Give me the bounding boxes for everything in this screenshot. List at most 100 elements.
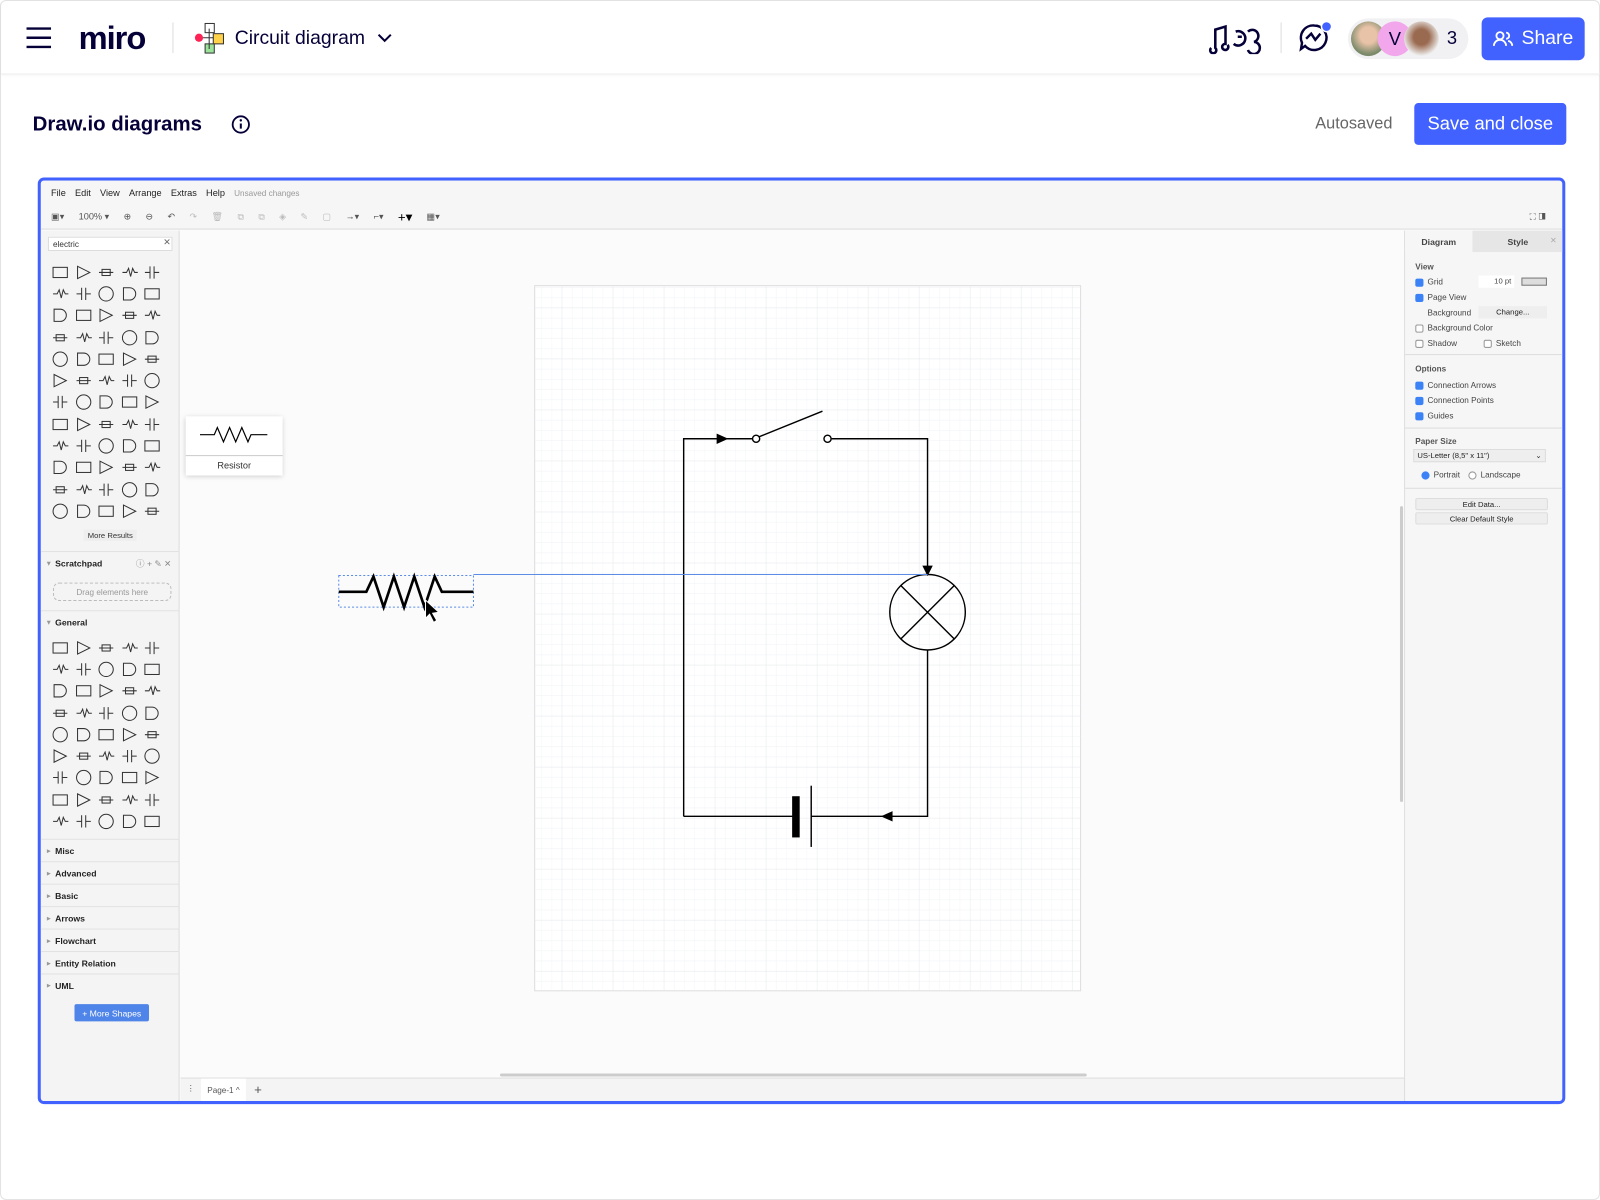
electric-shape-icon[interactable] xyxy=(72,348,95,370)
menu-edit[interactable]: Edit xyxy=(75,188,91,198)
electric-shape-icon[interactable] xyxy=(141,457,164,479)
electric-shape-icon[interactable] xyxy=(49,500,72,522)
section-basic[interactable]: Basic xyxy=(40,883,180,906)
electric-shape-icon[interactable] xyxy=(72,435,95,457)
electric-shape-icon[interactable] xyxy=(141,283,164,305)
electric-shape-icon[interactable] xyxy=(95,413,118,435)
zoom-in-icon[interactable]: ⊕ xyxy=(124,211,132,222)
scratchpad-actions-icon[interactable]: ⓘ + ✎ ✕ xyxy=(136,557,172,569)
menu-view[interactable]: View xyxy=(100,188,120,198)
share-button[interactable]: Share xyxy=(1481,17,1585,61)
electric-shape-icon[interactable] xyxy=(95,457,118,479)
general-shape-icon[interactable] xyxy=(118,702,141,724)
connection-icon[interactable]: →▾ xyxy=(345,211,359,222)
general-shape-icon[interactable] xyxy=(95,637,118,659)
general-shape-icon[interactable] xyxy=(141,724,164,746)
guides-checkbox[interactable]: Guides xyxy=(1415,411,1453,420)
more-results-button[interactable]: More Results xyxy=(83,529,137,541)
electric-shape-icon[interactable] xyxy=(72,326,95,348)
electric-shape-icon[interactable] xyxy=(118,457,141,479)
menu-extras[interactable]: Extras xyxy=(171,188,197,198)
electric-shape-icon[interactable] xyxy=(95,261,118,283)
electric-shape-icon[interactable] xyxy=(49,479,72,501)
general-shape-icon[interactable] xyxy=(49,811,72,833)
general-shape-icon[interactable] xyxy=(72,637,95,659)
miro-logo[interactable]: miro xyxy=(79,19,147,57)
general-shape-icon[interactable] xyxy=(141,680,164,702)
general-shape-icon[interactable] xyxy=(118,767,141,789)
electric-shape-icon[interactable] xyxy=(49,305,72,327)
electric-shape-icon[interactable] xyxy=(72,261,95,283)
electric-shape-icon[interactable] xyxy=(141,392,164,414)
clear-search-icon[interactable]: ✕ xyxy=(163,237,171,248)
electric-shape-icon[interactable] xyxy=(49,261,72,283)
landscape-radio[interactable]: Landscape xyxy=(1468,470,1521,480)
electric-shape-icon[interactable] xyxy=(118,435,141,457)
chevron-down-icon[interactable] xyxy=(377,33,392,43)
general-shape-icon[interactable] xyxy=(141,658,164,680)
electric-shape-icon[interactable] xyxy=(95,435,118,457)
clear-default-style-button[interactable]: Clear Default Style xyxy=(1415,512,1548,525)
general-shape-icon[interactable] xyxy=(95,767,118,789)
connection-arrows-checkbox[interactable]: Connection Arrows xyxy=(1415,381,1496,390)
general-shape-icon[interactable] xyxy=(95,680,118,702)
grid-size-input[interactable]: 10 pt xyxy=(1478,275,1515,288)
fullscreen-icon[interactable]: ⛶ ◨ xyxy=(1530,211,1546,222)
delete-icon[interactable]: 🗑 xyxy=(212,211,224,222)
general-shape-icon[interactable] xyxy=(49,724,72,746)
general-shape-icon[interactable] xyxy=(141,789,164,811)
electric-shape-icon[interactable] xyxy=(141,326,164,348)
section-advanced[interactable]: Advanced xyxy=(40,861,180,883)
general-shape-icon[interactable] xyxy=(49,789,72,811)
section-entity-relation[interactable]: Entity Relation xyxy=(40,951,180,973)
electric-shape-icon[interactable] xyxy=(95,370,118,392)
electric-shape-icon[interactable] xyxy=(72,500,95,522)
more-shapes-button[interactable]: + More Shapes xyxy=(74,1004,149,1022)
section-uml[interactable]: UML xyxy=(40,973,180,995)
menu-help[interactable]: Help xyxy=(206,188,225,198)
format-panel-icon[interactable]: ▣▾ xyxy=(51,211,64,222)
collaborators[interactable]: V 3 xyxy=(1347,18,1469,60)
avatar[interactable] xyxy=(1404,21,1439,57)
electric-shape-icon[interactable] xyxy=(118,392,141,414)
general-shape-icon[interactable] xyxy=(95,789,118,811)
general-shape-icon[interactable] xyxy=(95,811,118,833)
electric-shape-icon[interactable] xyxy=(118,413,141,435)
electric-shape-icon[interactable] xyxy=(95,283,118,305)
page-view-checkbox[interactable]: Page View xyxy=(1415,293,1466,302)
general-shape-icon[interactable] xyxy=(72,680,95,702)
board-title[interactable]: Circuit diagram xyxy=(235,28,365,50)
electric-shape-icon[interactable] xyxy=(72,305,95,327)
canvas-svg[interactable] xyxy=(181,231,1404,1078)
electric-shape-icon[interactable] xyxy=(118,305,141,327)
general-shape-icon[interactable] xyxy=(95,658,118,680)
tab-diagram[interactable]: Diagram xyxy=(1405,230,1473,253)
electric-shape-icon[interactable] xyxy=(72,392,95,414)
general-shape-icon[interactable] xyxy=(49,767,72,789)
horizontal-scrollbar[interactable] xyxy=(499,1073,1087,1077)
electric-shape-icon[interactable] xyxy=(118,479,141,501)
menu-file[interactable]: File xyxy=(51,188,66,198)
electric-shape-icon[interactable] xyxy=(118,326,141,348)
general-shape-icon[interactable] xyxy=(72,789,95,811)
section-arrows[interactable]: Arrows xyxy=(40,906,180,928)
to-back-icon[interactable]: ⧉ xyxy=(258,211,265,222)
connection-points-checkbox[interactable]: Connection Points xyxy=(1415,396,1494,405)
table-icon[interactable]: ▦▾ xyxy=(427,211,440,222)
electric-shape-icon[interactable] xyxy=(95,479,118,501)
electric-shape-icon[interactable] xyxy=(95,326,118,348)
resistor-shape[interactable] xyxy=(338,572,474,612)
electric-shape-icon[interactable] xyxy=(72,283,95,305)
reactions-icon[interactable] xyxy=(1207,23,1264,55)
menu-icon[interactable] xyxy=(26,27,53,49)
electric-shape-icon[interactable] xyxy=(49,435,72,457)
edit-data-button[interactable]: Edit Data... xyxy=(1415,497,1548,511)
close-panel-icon[interactable]: ✕ xyxy=(1550,236,1557,245)
electric-shape-icon[interactable] xyxy=(49,392,72,414)
background-color-checkbox[interactable]: Background Color xyxy=(1415,323,1493,333)
undo-icon[interactable]: ↶ xyxy=(168,211,176,222)
activity-chat-icon[interactable] xyxy=(1297,19,1334,56)
general-shape-icon[interactable] xyxy=(49,658,72,680)
waypoints-icon[interactable]: ⌐▾ xyxy=(374,211,384,222)
general-shape-icon[interactable] xyxy=(141,702,164,724)
